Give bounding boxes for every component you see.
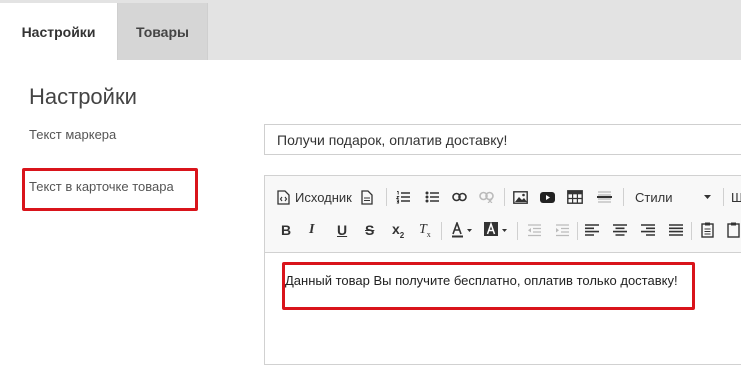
horizontal-line-icon <box>597 190 612 204</box>
toolbar-separator <box>723 188 724 206</box>
bullet-list-icon <box>425 190 439 204</box>
paste-button[interactable] <box>701 219 714 241</box>
source-button[interactable]: Исходник <box>277 186 352 208</box>
tab-products[interactable]: Товары <box>117 3 208 60</box>
clear-format-icon: Tx <box>419 221 431 239</box>
underline-icon: U <box>337 222 348 238</box>
tab-settings-label: Настройки <box>21 23 96 40</box>
table-button[interactable] <box>567 186 583 208</box>
chevron-down-icon <box>704 195 711 199</box>
toolbar-separator <box>691 222 692 240</box>
tab-settings[interactable]: Настройки <box>0 3 117 60</box>
format-dropdown[interactable]: Ш <box>731 186 741 208</box>
marker-text-input[interactable] <box>264 124 741 155</box>
source-icon <box>277 189 290 205</box>
align-left-button[interactable] <box>585 219 599 241</box>
underline-button[interactable]: U <box>337 219 347 241</box>
italic-button[interactable]: I <box>309 219 314 241</box>
numbered-list-icon <box>396 190 410 204</box>
paste-text-icon <box>727 222 740 238</box>
toolbar-separator <box>577 222 578 240</box>
toolbar-separator <box>386 188 387 206</box>
align-right-button[interactable] <box>641 219 655 241</box>
align-justify-button[interactable] <box>669 219 683 241</box>
background-color-button[interactable] <box>484 219 508 241</box>
image-button[interactable] <box>513 186 528 208</box>
align-center-button[interactable] <box>613 219 627 241</box>
bullet-list-button[interactable] <box>425 186 439 208</box>
document-button[interactable] <box>361 186 373 208</box>
unlink-icon <box>479 191 494 203</box>
strikethrough-icon: S <box>365 222 375 238</box>
background-color-icon <box>484 222 508 238</box>
unlink-button <box>479 186 494 208</box>
toolbar-separator <box>517 222 518 240</box>
horizontal-line-button[interactable] <box>597 186 612 208</box>
format-label: Ш <box>731 189 741 205</box>
youtube-icon <box>540 191 555 203</box>
image-icon <box>513 190 528 204</box>
text-color-icon <box>451 222 473 238</box>
document-icon <box>361 189 373 205</box>
toolbar-separator <box>623 188 624 206</box>
link-icon <box>452 192 467 202</box>
editor-toolbar: Исходник Стили Ш B I U S x2 Tx <box>265 176 741 253</box>
numbered-list-button[interactable] <box>396 186 410 208</box>
styles-dropdown[interactable]: Стили <box>629 186 717 208</box>
marker-text-label: Текст маркера <box>29 127 117 142</box>
link-button[interactable] <box>452 186 467 208</box>
page-title: Настройки <box>29 84 137 109</box>
align-center-icon <box>613 224 627 236</box>
align-left-icon <box>585 224 599 236</box>
increase-indent-button <box>555 219 569 241</box>
paste-icon <box>701 222 714 238</box>
toolbar-separator <box>504 188 505 206</box>
subscript-button[interactable]: x2 <box>392 219 404 241</box>
text-color-button[interactable] <box>451 219 473 241</box>
decrease-indent-button <box>527 219 541 241</box>
bold-button[interactable]: B <box>281 219 291 241</box>
tab-bar: Настройки Товары <box>0 0 741 60</box>
align-justify-icon <box>669 224 683 236</box>
tab-products-label: Товары <box>136 23 189 40</box>
highlight-box-label <box>22 168 198 211</box>
italic-icon: I <box>309 222 315 237</box>
subscript-icon: x2 <box>392 220 405 240</box>
toolbar-separator <box>441 222 442 240</box>
paste-text-button[interactable] <box>727 219 740 241</box>
increase-indent-icon <box>555 223 569 237</box>
strikethrough-button[interactable]: S <box>365 219 374 241</box>
align-right-icon <box>641 224 655 236</box>
table-icon <box>567 190 583 204</box>
highlight-box-content <box>282 262 695 310</box>
youtube-button[interactable] <box>540 186 555 208</box>
decrease-indent-icon <box>527 223 541 237</box>
clear-format-button[interactable]: Tx <box>419 219 431 241</box>
source-label: Исходник <box>295 189 352 205</box>
styles-label: Стили <box>635 189 673 205</box>
bold-icon: B <box>281 222 292 238</box>
